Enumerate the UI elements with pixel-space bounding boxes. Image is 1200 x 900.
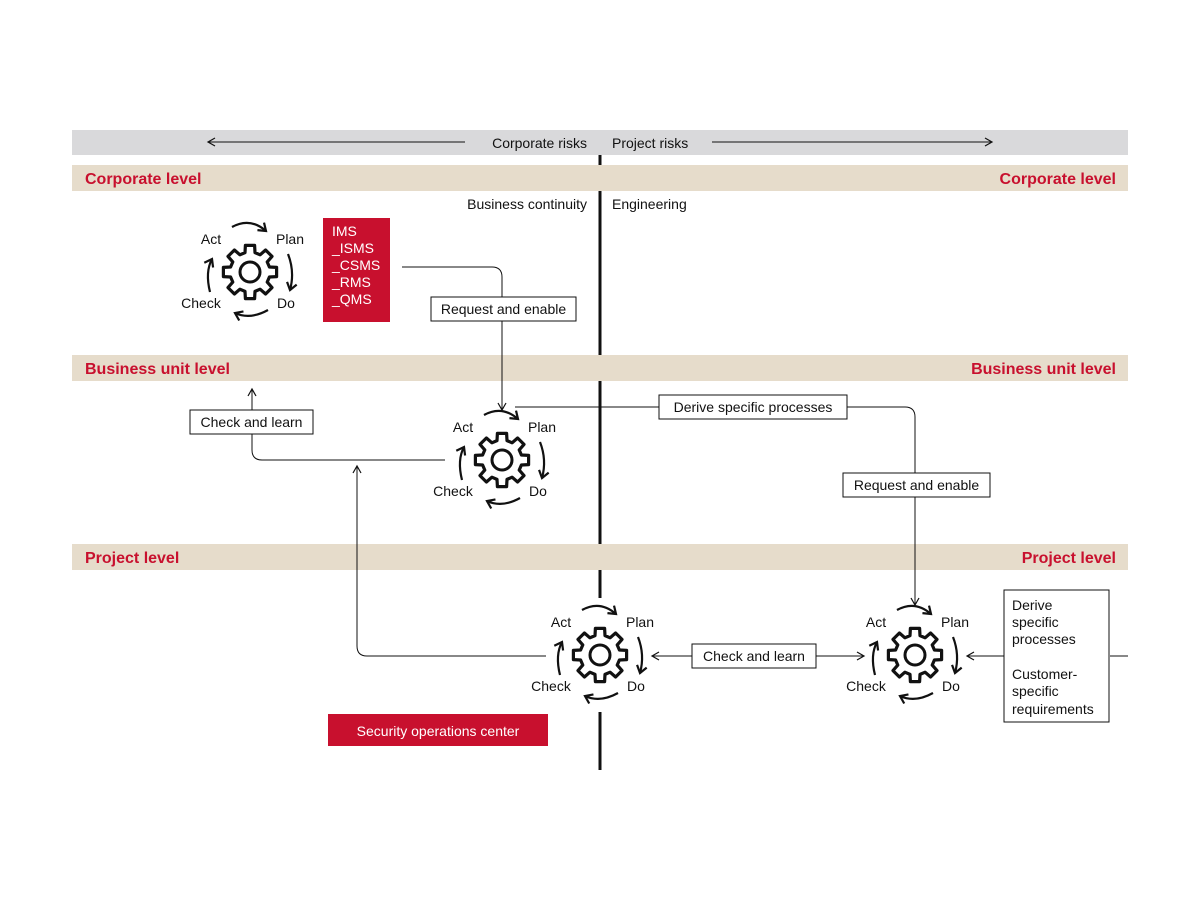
- pdca-plan-label: Plan: [941, 614, 969, 630]
- gear-hub: [903, 643, 927, 667]
- pdca-do-label: Do: [277, 295, 295, 311]
- pdca-act-label: Act: [551, 614, 571, 630]
- derive-processes-box: Derive specific processes: [658, 394, 848, 420]
- pdca-act-label: Act: [866, 614, 886, 630]
- svg-text:Request and enable: Request and enable: [854, 477, 980, 493]
- svg-text:_ISMS: _ISMS: [331, 240, 374, 256]
- pdca-check-label: Check: [846, 678, 887, 694]
- connector-corporate-to-bu: [402, 266, 507, 412]
- pdca-check-label: Check: [433, 483, 474, 499]
- corporate-risks-label: Corporate risks: [492, 135, 587, 151]
- svg-text:Derive: Derive: [1012, 597, 1053, 613]
- arc-plan-do-icon: [636, 636, 648, 675]
- arc-do-check-icon: [233, 309, 269, 322]
- request-enable-box-2: Request and enable: [842, 472, 991, 498]
- gear-hub: [238, 260, 262, 284]
- diagram: Corporate risks Project risks Corporate …: [72, 130, 1128, 770]
- pdca-check-label: Check: [181, 295, 222, 311]
- project-risks-label: Project risks: [612, 135, 688, 151]
- pdca-cycle-corporate: Act Plan Check Do: [181, 221, 304, 322]
- svg-text:Customer-: Customer-: [1012, 666, 1078, 682]
- svg-text:Check and learn: Check and learn: [201, 414, 303, 430]
- request-enable-box-1: Request and enable: [430, 296, 577, 322]
- business-unit-level-left: Business unit level: [85, 361, 230, 378]
- pdca-cycle-project-soc: Act Plan Check Do: [531, 604, 654, 705]
- arc-check-act-icon: [553, 640, 565, 676]
- pdca-plan-label: Plan: [528, 419, 556, 435]
- svg-text:specific: specific: [1012, 683, 1059, 699]
- svg-text:Request and enable: Request and enable: [441, 301, 567, 317]
- gear-icon: [473, 431, 531, 489]
- svg-text:IMS: IMS: [332, 223, 357, 239]
- arc-do-check-icon: [485, 497, 521, 510]
- requirements-box: Derive specific processes Customer- spec…: [1003, 589, 1110, 723]
- svg-text:_CSMS: _CSMS: [331, 257, 380, 273]
- arc-act-plan-icon: [231, 221, 268, 233]
- business-unit-level-band: [72, 355, 1128, 381]
- arc-act-plan-icon: [483, 409, 520, 421]
- svg-text:Check and learn: Check and learn: [703, 648, 805, 664]
- gear-hub: [490, 448, 514, 472]
- arc-do-check-icon: [898, 692, 934, 705]
- pdca-do-label: Do: [942, 678, 960, 694]
- project-level-left: Project level: [85, 550, 179, 567]
- arc-check-act-icon: [203, 257, 215, 293]
- business-continuity-label: Business continuity: [467, 196, 587, 212]
- pdca-plan-label: Plan: [276, 231, 304, 247]
- arc-plan-do-icon: [286, 253, 298, 292]
- corporate-level-band: [72, 165, 1128, 191]
- arc-act-plan-icon: [896, 604, 933, 616]
- arc-check-act-icon: [868, 640, 880, 676]
- gear-hub: [588, 643, 612, 667]
- arc-act-plan-icon: [581, 604, 618, 616]
- check-learn-box-2: Check and learn: [691, 643, 817, 669]
- arc-do-check-icon: [583, 692, 619, 705]
- pdca-plan-label: Plan: [626, 614, 654, 630]
- svg-text:_RMS: _RMS: [331, 274, 371, 290]
- connector-bu-to-engineering: [515, 406, 920, 607]
- gear-icon: [571, 626, 629, 684]
- project-level-band: [72, 544, 1128, 570]
- gear-icon: [886, 626, 944, 684]
- engineering-label: Engineering: [612, 196, 687, 212]
- pdca-do-label: Do: [627, 678, 645, 694]
- svg-text:Security operations center: Security operations center: [357, 723, 520, 739]
- pdca-do-label: Do: [529, 483, 547, 499]
- pdca-act-label: Act: [201, 231, 221, 247]
- project-level-right: Project level: [1022, 550, 1116, 567]
- svg-text:requirements: requirements: [1012, 701, 1094, 717]
- arc-plan-do-icon: [538, 441, 550, 480]
- arc-plan-do-icon: [951, 636, 963, 675]
- arc-check-act-icon: [455, 445, 467, 481]
- corporate-level-right: Corporate level: [1000, 171, 1116, 188]
- pdca-act-label: Act: [453, 419, 473, 435]
- pdca-cycle-project-engineering: Act Plan Check Do: [846, 604, 969, 705]
- business-unit-level-right: Business unit level: [971, 361, 1116, 378]
- pdca-check-label: Check: [531, 678, 572, 694]
- gear-icon: [221, 243, 279, 301]
- security-operations-center-box: Security operations center: [328, 714, 548, 746]
- pdca-cycle-business-unit: Act Plan Check Do: [433, 409, 556, 510]
- corporate-level-left: Corporate level: [85, 171, 201, 188]
- svg-text:specific: specific: [1012, 614, 1059, 630]
- svg-text:Derive specific processes: Derive specific processes: [674, 399, 833, 415]
- check-learn-box-1: Check and learn: [189, 409, 314, 435]
- svg-text:_QMS: _QMS: [331, 291, 372, 307]
- svg-text:processes: processes: [1012, 631, 1076, 647]
